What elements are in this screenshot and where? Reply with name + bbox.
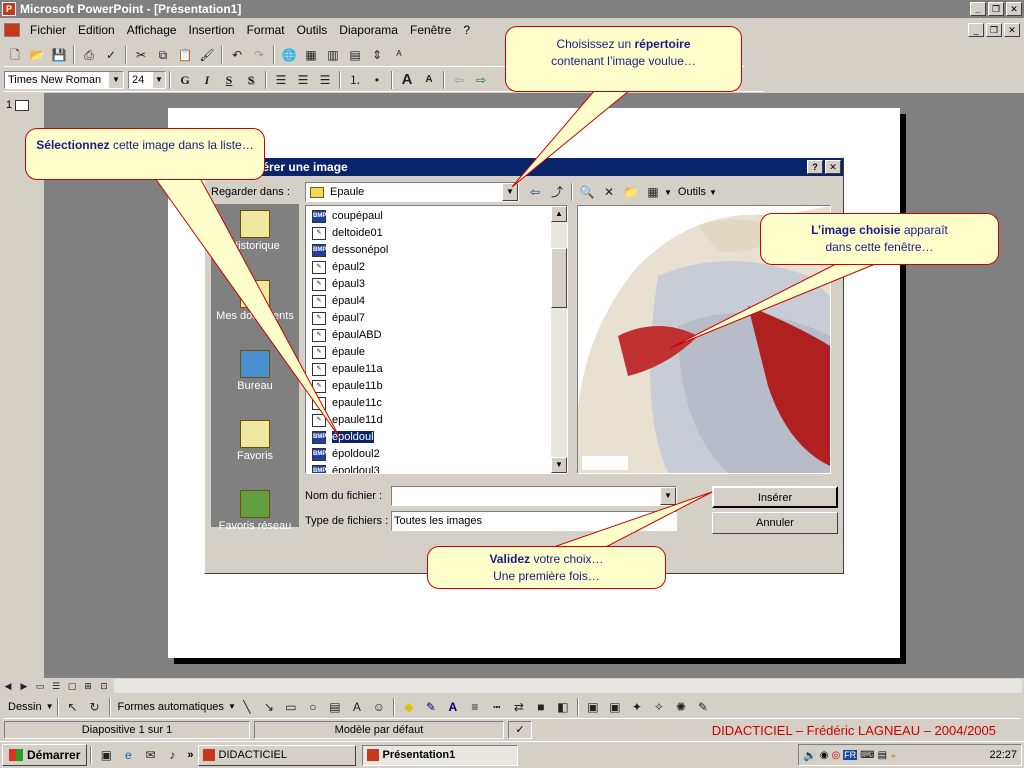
start-button[interactable]: Démarrer [2,744,88,766]
outlook-icon[interactable]: ✉ [140,745,160,765]
fill-color-icon[interactable]: ◆ [399,697,419,717]
drawing-toolbar: Dessin ▼ ↖ ↻ Formes automatiques ▼ ╲ ↘ ▭… [4,695,1020,719]
tray-icon[interactable]: ◉ [820,750,829,761]
start-label: Démarrer [27,748,81,762]
callout-select: Sélectionnez cette image dans la liste… [25,128,265,180]
callout-preview: L’image choisie apparaît dans cette fenê… [760,213,999,265]
slideshow-icon[interactable]: ⊡ [97,679,111,693]
callout-bold: Sélectionnez [36,138,110,152]
callout-bold: Validez [489,552,531,566]
rectangle-icon[interactable]: ▭ [281,697,301,717]
media-icon[interactable]: ♪ [162,745,182,765]
system-tray: 🔊 ◉ ◎ FR ⌨ ▤ ◒ 22:27 [798,744,1022,766]
antivirus-icon[interactable]: ◎ [831,750,840,761]
rotate-icon[interactable]: ↻ [85,697,105,717]
powerpoint-icon [202,749,215,761]
scroll-right-icon[interactable]: ▶ [17,679,31,693]
callout-text: apparaît [900,223,948,237]
select-pointer-icon[interactable]: ↖ [63,697,83,717]
volume-icon[interactable]: 🔊 [803,749,817,762]
misc-tool-icon[interactable]: ✧ [649,697,669,717]
callout-text: dans cette fenêtre… [825,240,934,254]
callout-text: contenant l’image voulue… [551,54,696,68]
taskbar: Démarrer ▣ e ✉ ♪ » DIDACTICIEL Présentat… [0,741,1024,768]
3d-icon[interactable]: ◧ [553,697,573,717]
sorter-view-icon[interactable]: ⊞ [81,679,95,693]
status-bar: Diapositive 1 sur 1 Modèle par défaut ✓ … [0,720,1024,740]
chevron-down-icon[interactable]: ▼ [46,702,54,711]
shadow-icon[interactable]: ■ [531,697,551,717]
language-indicator[interactable]: FR [843,750,858,760]
windows-logo-icon [9,749,23,761]
clipart-icon[interactable]: ☺ [369,697,389,717]
callout-validate: Validez votre choix… Une première fois… [427,546,666,589]
misc-tool-icon[interactable]: ✎ [693,697,713,717]
task-presentation1[interactable]: Présentation1 [361,744,518,766]
misc-tool-icon[interactable]: ✺ [671,697,691,717]
textbox-icon[interactable]: ▤ [325,697,345,717]
status-slide: Diapositive 1 sur 1 [4,721,250,739]
network-icon[interactable]: ⌨ [860,750,874,761]
callout-text: Choisissez un [556,37,635,51]
desktop-shortcut-icon[interactable]: ▣ [96,745,116,765]
task-label: Présentation1 [382,748,456,761]
draw-menu[interactable]: Dessin [4,701,46,713]
more-icon[interactable]: » [187,749,193,761]
horizontal-scrollbar[interactable] [114,679,1022,693]
autoshapes-menu[interactable]: Formes automatiques [114,701,228,713]
font-color-icon[interactable]: A [443,697,463,717]
misc-tool-icon[interactable]: ▣ [605,697,625,717]
ie-icon[interactable]: e [118,745,138,765]
tray-icon[interactable]: ◒ [890,750,896,761]
line-color-icon[interactable]: ✎ [421,697,441,717]
slide-view-icon[interactable]: ▢ [65,679,79,693]
callout-text: Une première fois… [493,569,600,583]
outline-view-icon[interactable]: ☰ [49,679,63,693]
wordart-icon[interactable]: A [347,697,367,717]
callout-directory: Choisissez un répertoire contenant l’ima… [505,26,742,92]
footer-credit: DIDACTICIEL – Frédéric LAGNEAU – 2004/20… [711,722,996,738]
clock: 22:27 [989,749,1017,761]
misc-tool-icon[interactable]: ✦ [627,697,647,717]
chevron-down-icon[interactable]: ▼ [228,702,236,711]
normal-view-icon[interactable]: ▭ [33,679,47,693]
task-didacticiel[interactable]: DIDACTICIEL [197,744,356,766]
scroll-left-icon[interactable]: ◀ [1,679,15,693]
line-style-icon[interactable]: ≡ [465,697,485,717]
oval-icon[interactable]: ○ [303,697,323,717]
spelling-status-icon[interactable]: ✓ [508,721,532,739]
powerpoint-icon [366,749,379,761]
arrow-icon[interactable]: ↘ [259,697,279,717]
callout-text: votre choix… [530,552,604,566]
arrow-style-icon[interactable]: ⇄ [509,697,529,717]
line-icon[interactable]: ╲ [237,697,257,717]
callout-bold: L’image choisie [811,223,901,237]
status-design: Modèle par défaut [254,721,504,739]
callout-bold: répertoire [634,37,691,51]
view-bar: ◀ ▶ ▭ ☰ ▢ ⊞ ⊡ [0,678,1024,694]
dash-style-icon[interactable]: ┅ [487,697,507,717]
tray-icon[interactable]: ▤ [878,750,887,761]
misc-tool-icon[interactable]: ▣ [583,697,603,717]
callout-pointers [154,89,881,551]
callout-text: cette image dans la liste… [109,138,254,152]
task-label: DIDACTICIEL [218,748,287,761]
